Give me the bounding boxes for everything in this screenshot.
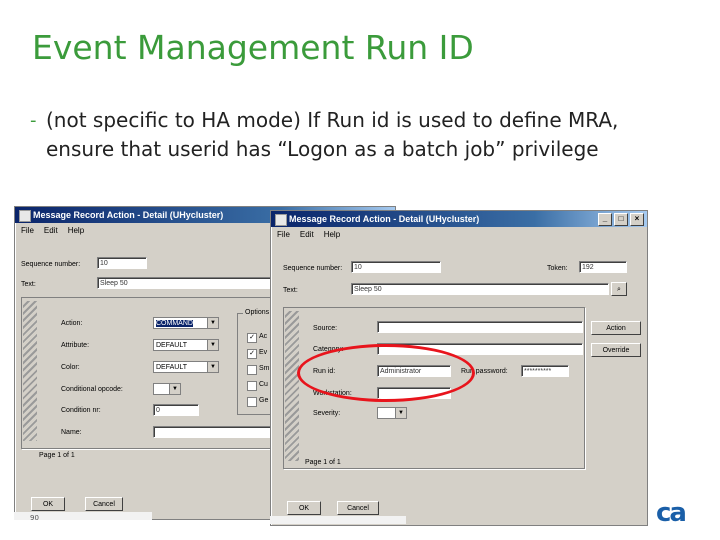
- sequence-label: Sequence number:: [21, 261, 81, 268]
- bullet-text: (not specific to HA mode) If Run id is u…: [46, 108, 619, 161]
- page-number: 90: [30, 514, 39, 522]
- app-icon: [275, 214, 287, 226]
- ok-button[interactable]: OK: [287, 501, 321, 515]
- severity-label: Severity:: [313, 410, 341, 417]
- run-password-input[interactable]: **********: [521, 365, 569, 377]
- color-select[interactable]: DEFAULT ▼: [153, 361, 219, 373]
- text-input[interactable]: Sleep 50: [97, 277, 277, 289]
- close-icon[interactable]: ×: [630, 213, 644, 226]
- panel-tab-strip: [23, 301, 37, 441]
- attribute-value: DEFAULT: [156, 342, 187, 349]
- action-label: Action:: [61, 320, 83, 327]
- menu-help[interactable]: Help: [68, 223, 84, 238]
- checkbox-1[interactable]: ✓: [247, 333, 257, 343]
- name-input[interactable]: [153, 426, 277, 438]
- panel-tab-strip: [285, 311, 299, 461]
- menu-help[interactable]: Help: [324, 227, 340, 242]
- text-input[interactable]: Sleep 50: [351, 283, 609, 295]
- minimize-icon[interactable]: _: [598, 213, 612, 226]
- source-label: Source:: [313, 325, 338, 332]
- menubar: File Edit Help: [271, 227, 647, 242]
- token-input[interactable]: 192: [579, 261, 627, 273]
- ok-button[interactable]: OK: [31, 497, 65, 511]
- titlebar[interactable]: Message Record Action - Detail (UHyclust…: [271, 211, 647, 227]
- chevron-down-icon[interactable]: ▼: [207, 318, 218, 328]
- menu-edit[interactable]: Edit: [44, 223, 58, 238]
- sequence-input[interactable]: 10: [351, 261, 441, 273]
- window-controls: _ □ ×: [598, 213, 644, 226]
- slide-title: Event Management Run ID: [32, 28, 474, 67]
- checkbox-4-label: Cu: [259, 381, 268, 388]
- source-input[interactable]: [377, 321, 583, 333]
- app-icon: [19, 210, 31, 222]
- cancel-button[interactable]: Cancel: [85, 497, 123, 511]
- sequence-label: Sequence number:: [283, 265, 343, 272]
- text-label: Text:: [21, 281, 36, 288]
- color-value: DEFAULT: [156, 364, 187, 371]
- checkbox-5-label: Ge: [259, 397, 269, 404]
- text-label: Text:: [283, 287, 298, 294]
- name-label: Name:: [61, 429, 82, 436]
- checkbox-3[interactable]: [247, 365, 257, 375]
- chevron-down-icon[interactable]: ▼: [169, 384, 180, 394]
- ca-logo: ca: [656, 498, 687, 528]
- checkbox-2-label: Ev: [259, 349, 268, 356]
- checkbox-2[interactable]: ✓: [247, 349, 257, 359]
- window-title: Message Record Action - Detail (UHyclust…: [289, 214, 480, 224]
- cancel-button[interactable]: Cancel: [337, 501, 379, 515]
- attribute-label: Attribute:: [61, 342, 90, 349]
- status-page: Page 1 of 1: [39, 452, 75, 459]
- attribute-select[interactable]: DEFAULT ▼: [153, 339, 219, 351]
- severity-select[interactable]: ▼: [377, 407, 407, 419]
- taskbar-strip-right: [270, 516, 406, 524]
- run-id-highlight-ellipse: [297, 344, 475, 402]
- checkbox-5[interactable]: [247, 397, 257, 407]
- checkbox-4[interactable]: [247, 381, 257, 391]
- chevron-down-icon[interactable]: ▼: [395, 408, 406, 418]
- cond-opcode-label: Conditional opcode:: [61, 386, 123, 393]
- maximize-icon[interactable]: □: [614, 213, 628, 226]
- token-label: Token:: [547, 265, 568, 272]
- chevron-down-icon[interactable]: ▼: [207, 362, 218, 372]
- sequence-input[interactable]: 10: [97, 257, 147, 269]
- action-value: COMMAND: [156, 320, 193, 327]
- menu-file[interactable]: File: [21, 223, 34, 238]
- options-label: Options: [243, 309, 272, 316]
- cond-opcode-select[interactable]: ▼: [153, 383, 181, 395]
- window-title: Message Record Action - Detail (UHyclust…: [33, 210, 224, 220]
- action-select[interactable]: COMMAND ▼: [153, 317, 219, 329]
- chevron-down-icon[interactable]: ▼: [207, 340, 218, 350]
- override-button[interactable]: Override: [591, 343, 641, 357]
- search-icon[interactable]: ⌕: [611, 282, 627, 296]
- bullet-dash: -: [30, 110, 37, 131]
- status-page: Page 1 of 1: [305, 459, 341, 466]
- color-label: Color:: [61, 364, 80, 371]
- action-button[interactable]: Action: [591, 321, 641, 335]
- condition-nr-label: Condition nr:: [61, 407, 101, 414]
- menu-edit[interactable]: Edit: [300, 227, 314, 242]
- condition-nr-input[interactable]: 0: [153, 404, 199, 416]
- menu-file[interactable]: File: [277, 227, 290, 242]
- checkbox-1-label: Ac: [259, 333, 268, 340]
- checkbox-3-label: Sm: [259, 365, 270, 372]
